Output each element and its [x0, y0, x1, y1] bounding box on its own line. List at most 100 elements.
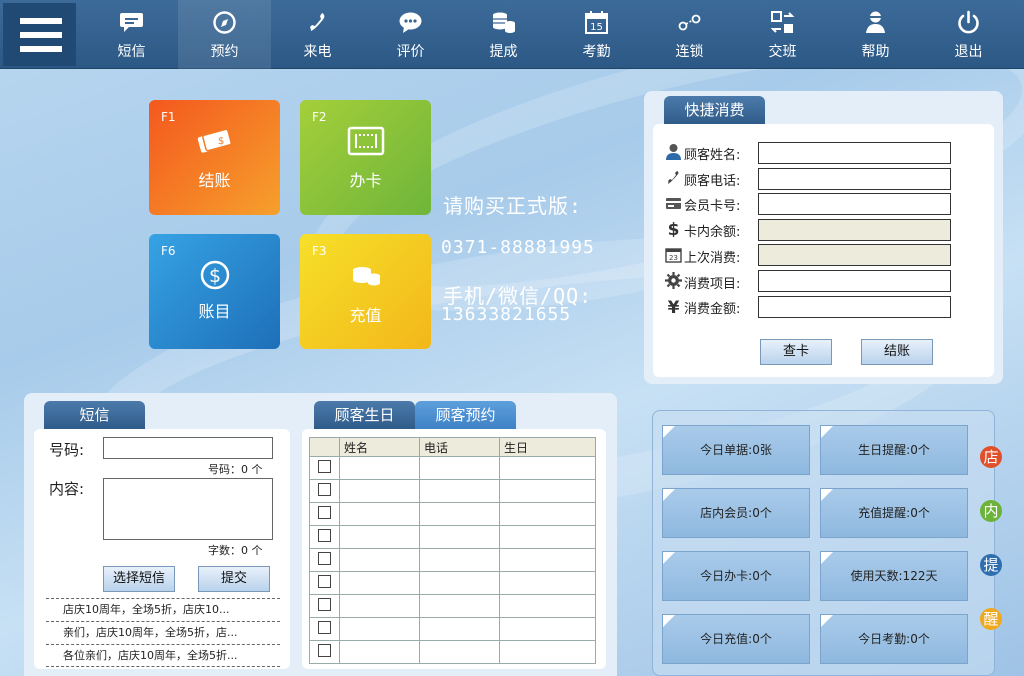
row-select-cell [309, 571, 340, 595]
table-row[interactable] [309, 594, 596, 618]
tab-customer-booking[interactable]: 顾客预约 [415, 401, 516, 430]
nav-review[interactable]: 评价 [364, 0, 457, 69]
nav-chain[interactable]: 连锁 [643, 0, 736, 69]
tab-customer-birthday[interactable]: 顾客生日 [314, 401, 415, 430]
tab-quick-consumption[interactable]: 快捷消费 [664, 96, 765, 125]
field-label: 会员卡号: [684, 199, 741, 214]
nav-appointment[interactable]: 预约 [178, 0, 271, 69]
phone-number-input[interactable] [103, 437, 273, 459]
row-checkbox[interactable] [318, 483, 331, 496]
submit-button[interactable]: 提交 [198, 566, 270, 592]
row-checkbox[interactable] [318, 644, 331, 657]
name-cell [339, 502, 420, 526]
row-checkbox[interactable] [318, 598, 331, 611]
row-checkbox[interactable] [318, 460, 331, 473]
checkout-tile[interactable]: F1 $ 结账 [149, 100, 280, 215]
nav-attendance[interactable]: 15 考勤 [550, 0, 643, 69]
nav-commission[interactable]: 提成 [457, 0, 550, 69]
recharge-tile[interactable]: F3 充值 [300, 234, 431, 349]
table-row[interactable] [309, 479, 596, 503]
yen-icon: ¥ [668, 298, 680, 315]
tile-label: 充值 [349, 306, 382, 325]
row-select-cell [309, 525, 340, 549]
sms-template-item[interactable]: 店庆10周年，全场5折，店庆10... [46, 598, 280, 621]
power-icon [958, 10, 979, 34]
today-orders-card[interactable]: 今日单据:0张 [662, 425, 810, 475]
nav-label: 评价 [396, 44, 425, 60]
checkout-button[interactable]: 结账 [861, 339, 933, 365]
recharge-reminder-card[interactable]: 充值提醒:0个 [820, 488, 968, 538]
card-label: 今日考勤:0个 [858, 632, 930, 646]
nav-exit[interactable]: 退出 [922, 0, 1015, 69]
promo-phone: 0371-88881995 [441, 237, 595, 258]
table-row[interactable] [309, 548, 596, 572]
svg-text:$: $ [668, 220, 680, 237]
sms-template-item[interactable]: 亲们，店庆10周年，全场5折，店... [46, 621, 280, 644]
svg-text:23: 23 [669, 254, 678, 262]
usage-days-card[interactable]: 使用天数:122天 [820, 551, 968, 601]
nav-label: 短信 [117, 44, 146, 60]
table-row[interactable] [309, 525, 596, 549]
shortcut-key: F6 [161, 244, 176, 258]
nav-label: 交班 [768, 44, 797, 60]
nav-incoming-call[interactable]: 来电 [271, 0, 364, 69]
card-label: 今日充值:0个 [700, 632, 772, 646]
corner-fold [821, 615, 833, 627]
tile-label: 账目 [198, 302, 231, 321]
svg-text:¥: ¥ [668, 298, 680, 315]
nav-label: 来电 [303, 44, 332, 60]
chain-icon [678, 14, 701, 31]
badge-store: 店 [980, 446, 1002, 468]
consumption-amount-input[interactable] [758, 296, 951, 318]
row-checkbox[interactable] [318, 575, 331, 588]
birthday-cell [499, 617, 596, 641]
table-row[interactable] [309, 617, 596, 641]
open-card-tile[interactable]: F2 办卡 [300, 100, 431, 215]
consumption-item-input[interactable] [758, 270, 951, 292]
customer-name-input[interactable] [758, 142, 951, 164]
phone-cell [419, 617, 500, 641]
sms-content-textarea[interactable] [103, 478, 273, 540]
cash-icon: $ [197, 128, 232, 153]
row-checkbox[interactable] [318, 529, 331, 542]
nav-shift-handover[interactable]: 交班 [736, 0, 829, 69]
svg-text:15: 15 [590, 22, 603, 33]
choose-sms-button[interactable]: 选择短信 [103, 566, 175, 592]
member-card-input[interactable] [758, 193, 951, 215]
corner-fold [821, 426, 833, 438]
sms-template-item[interactable]: 各位亲们，店庆10周年，全场5折... [46, 644, 280, 667]
promo-line: 请购买正式版: [443, 194, 583, 218]
hamburger-icon [20, 46, 62, 52]
store-members-card[interactable]: 店内会员:0个 [662, 488, 810, 538]
table-row[interactable] [309, 640, 596, 664]
today-attendance-card[interactable]: 今日考勤:0个 [820, 614, 968, 664]
nav-help[interactable]: 帮助 [829, 0, 922, 69]
hamburger-menu-button[interactable] [3, 3, 76, 66]
last-consumption-field [758, 244, 951, 266]
customer-phone-input[interactable] [758, 168, 951, 190]
name-cell [339, 456, 420, 480]
char-count: 字数：0 个 [208, 544, 263, 557]
accounts-tile[interactable]: F6 $ 账目 [149, 234, 280, 349]
birthday-reminder-card[interactable]: 生日提醒:0个 [820, 425, 968, 475]
row-checkbox[interactable] [318, 506, 331, 519]
today-recharge-card[interactable]: 今日充值:0个 [662, 614, 810, 664]
table-row[interactable] [309, 456, 596, 480]
row-checkbox[interactable] [318, 621, 331, 634]
nav-sms[interactable]: 短信 [85, 0, 178, 69]
nav-label: 预约 [210, 44, 239, 60]
card-label: 使用天数:122天 [850, 569, 938, 583]
user-icon [666, 144, 681, 160]
name-cell [339, 640, 420, 664]
tab-sms[interactable]: 短信 [44, 401, 145, 430]
table-row[interactable] [309, 502, 596, 526]
check-card-button[interactable]: 查卡 [760, 339, 832, 365]
birthday-cell [499, 456, 596, 480]
customer-list: 姓名 电话 生日 [302, 429, 606, 669]
today-cards-card[interactable]: 今日办卡:0个 [662, 551, 810, 601]
dollar-coin-icon: $ [200, 260, 230, 290]
nav-label: 退出 [954, 44, 983, 60]
phone-icon [310, 13, 325, 31]
row-checkbox[interactable] [318, 552, 331, 565]
table-row[interactable] [309, 571, 596, 595]
